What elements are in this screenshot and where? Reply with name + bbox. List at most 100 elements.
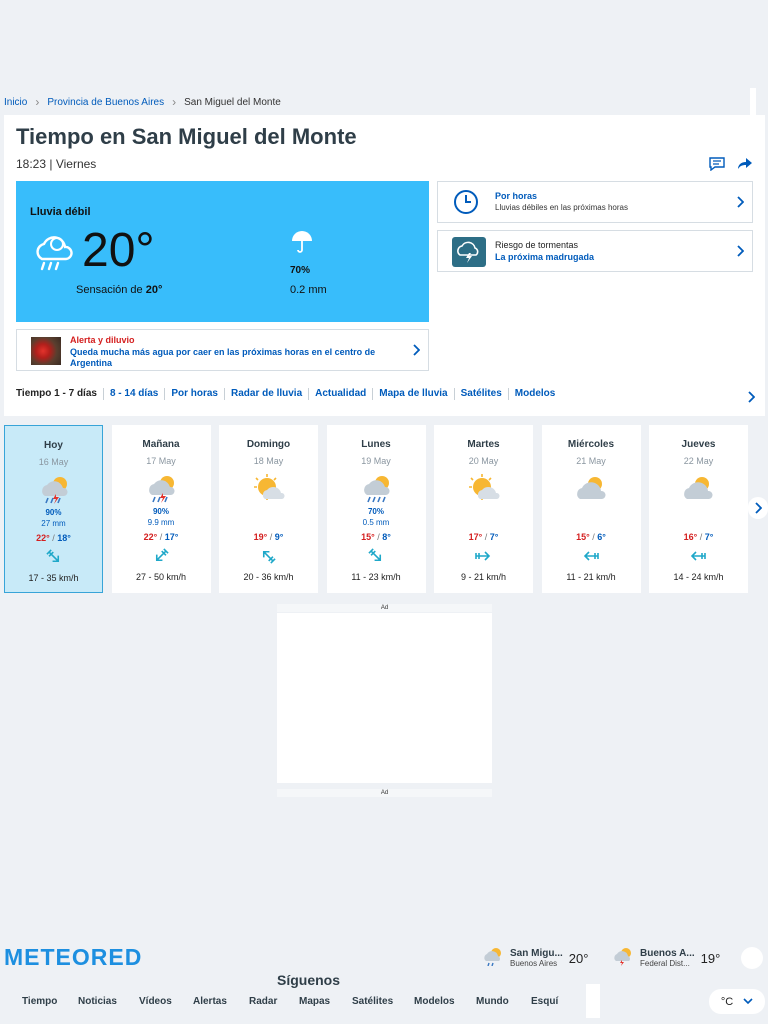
temp-range: 16° / 7° xyxy=(683,532,714,542)
day-name: Mañana xyxy=(142,439,180,450)
breadcrumb: Inicio › Provincia de Buenos Aires › San… xyxy=(4,95,281,109)
wind-direction-icon xyxy=(152,548,170,568)
wind-speed: 20 - 36 km/h xyxy=(243,572,294,582)
tab-models[interactable]: Modelos xyxy=(509,388,562,400)
rain-amount: 27 mm xyxy=(41,519,66,528)
rain-sun-icon xyxy=(361,473,393,510)
forecast-tabs: Tiempo 1 - 7 días 8 - 14 días Por horas … xyxy=(16,388,561,400)
wind-speed: 11 - 23 km/h xyxy=(351,572,401,582)
favorite-location[interactable]: Buenos A... Federal Dist... 19° xyxy=(612,946,720,971)
hourly-forecast-link[interactable]: Por horas Lluvias débiles en las próxima… xyxy=(437,181,753,223)
day-name: Miércoles xyxy=(567,439,615,450)
chevron-right-icon xyxy=(412,343,421,361)
footer-nav-item[interactable]: Radar xyxy=(249,996,277,1007)
next-days-button[interactable] xyxy=(748,497,768,519)
day-name: Domingo xyxy=(246,439,291,450)
favorite-name: Buenos A... xyxy=(640,948,695,959)
rain-amount: 0.5 mm xyxy=(362,518,390,527)
temp-range: 15° / 8° xyxy=(361,532,391,542)
footer-nav-item[interactable]: Satélites xyxy=(352,996,393,1007)
day-date: 19 May xyxy=(361,456,391,466)
favorite-location[interactable]: San Migu... Buenos Aires 20° xyxy=(482,946,588,971)
day-name: Hoy xyxy=(44,440,63,451)
cloud-sun-icon xyxy=(683,473,715,510)
footer-nav-item[interactable]: Mapas xyxy=(299,996,330,1007)
unit-selector[interactable]: °C xyxy=(709,989,765,1014)
footer-nav-item[interactable]: Alertas xyxy=(193,996,227,1007)
header-actions xyxy=(709,157,753,176)
tab-satellites[interactable]: Satélites xyxy=(455,388,509,400)
tab-hourly[interactable]: Por horas xyxy=(165,388,225,400)
rain-probability: 70% xyxy=(367,507,384,516)
day-card[interactable]: Martes 20 May 17° / 7° 9 - 21 km/h xyxy=(434,425,533,593)
temp-range: 15° / 6° xyxy=(576,532,606,542)
day-card[interactable]: Jueves 22 May 16° / 7° 14 - 24 km/h xyxy=(649,425,748,593)
temp-min: 7° xyxy=(704,532,714,542)
day-card[interactable]: Mañana 17 May 90% 9.9 mm 22° / 17° 27 - … xyxy=(111,425,211,593)
storm-icon xyxy=(39,474,71,511)
day-card[interactable]: Lunes 19 May 70% 0.5 mm 15° / 8° 11 - 23… xyxy=(326,425,426,593)
current-weather-panel[interactable]: Lluvia débil 20° Sensación de 20° 70% 0.… xyxy=(16,181,429,322)
chevron-right-icon xyxy=(736,244,745,262)
ad-label: Ad xyxy=(277,604,492,612)
alert-heading: Alerta y diluvio xyxy=(70,335,135,345)
footer-nav-item[interactable]: Tiempo xyxy=(22,996,57,1007)
breadcrumb-province[interactable]: Provincia de Buenos Aires xyxy=(47,97,164,108)
footer-nav-item[interactable]: Noticias xyxy=(78,996,117,1007)
day-date: 22 May xyxy=(683,456,714,466)
breadcrumb-current: San Miguel del Monte xyxy=(184,96,281,108)
feels-like-value: 20° xyxy=(145,284,163,296)
tab-radar[interactable]: Radar de lluvia xyxy=(225,388,310,400)
tab-7-days[interactable]: Tiempo 1 - 7 días xyxy=(16,388,104,400)
favorite-temp: 19° xyxy=(700,951,721,966)
rain-cloud-icon xyxy=(32,233,76,278)
tab-14-days[interactable]: 8 - 14 días xyxy=(104,388,166,400)
daily-forecast-strip: Hoy 16 May 90% 27 mm 22° / 18° 17 - 35 k… xyxy=(4,425,748,593)
temp-min: 9° xyxy=(274,532,284,542)
footer-nav-item[interactable]: Vídeos xyxy=(139,996,172,1007)
alert-text: Queda mucha más agua por caer en las pró… xyxy=(70,347,376,368)
current-condition: Lluvia débil xyxy=(30,206,91,218)
temp-max: 15° xyxy=(576,532,590,542)
hourly-title: Por horas xyxy=(495,191,538,201)
storm-title: Riesgo de tormentas xyxy=(495,240,579,250)
temp-range: 17° / 7° xyxy=(468,532,499,542)
day-date: 18 May xyxy=(253,456,284,466)
tab-news[interactable]: Actualidad xyxy=(309,388,374,400)
temp-min: 7° xyxy=(489,532,499,542)
temp-max: 15° xyxy=(361,532,375,542)
rain-probability: 70% xyxy=(290,265,311,276)
feels-like: Sensación de 20° xyxy=(76,284,162,296)
temp-max: 16° xyxy=(683,532,698,542)
day-card[interactable]: Hoy 16 May 90% 27 mm 22° / 18° 17 - 35 k… xyxy=(4,425,103,593)
footer-nav-item[interactable]: Modelos xyxy=(414,996,455,1007)
storm-subtitle: La próxima madrugada xyxy=(495,252,595,262)
local-time: 18:23 | Viernes xyxy=(16,157,97,171)
more-favorites-button[interactable] xyxy=(741,947,763,969)
storm-cloud-icon xyxy=(452,237,486,272)
ad-slot[interactable] xyxy=(277,613,492,783)
chevron-right-icon: › xyxy=(35,95,40,109)
day-card[interactable]: Domingo 18 May 19° / 9° 20 - 36 km/h xyxy=(219,425,318,593)
wind-direction-icon xyxy=(259,549,277,568)
temp-range: 19° / 9° xyxy=(253,532,284,542)
footer-nav-item[interactable]: Mundo xyxy=(476,996,509,1007)
unit-value: °C xyxy=(720,995,734,1008)
follow-heading: Síguenos xyxy=(277,972,341,988)
rain-probability: 90% xyxy=(45,508,62,517)
breadcrumb-home[interactable]: Inicio xyxy=(4,97,27,108)
comment-icon[interactable] xyxy=(709,157,725,176)
day-card[interactable]: Miércoles 21 May 15° / 6° 11 - 21 km/h xyxy=(541,425,641,593)
wind-speed: 27 - 50 km/h xyxy=(135,572,187,582)
tab-rain-map[interactable]: Mapa de lluvia xyxy=(373,388,455,400)
meteored-logo[interactable]: METEORED xyxy=(4,944,142,971)
storm-risk-link[interactable]: Riesgo de tormentas La próxima madrugada xyxy=(437,230,753,272)
footer-nav-item[interactable]: Esquí xyxy=(531,996,558,1007)
umbrella-icon xyxy=(290,231,314,258)
tabs-next-icon[interactable] xyxy=(747,390,756,408)
share-icon[interactable] xyxy=(737,157,753,176)
chevron-right-icon: › xyxy=(172,95,177,109)
news-alert-card[interactable]: Alerta y diluvio Queda mucha más agua po… xyxy=(16,329,429,371)
chevron-down-icon xyxy=(743,996,753,1008)
temp-min: 8° xyxy=(382,532,391,542)
